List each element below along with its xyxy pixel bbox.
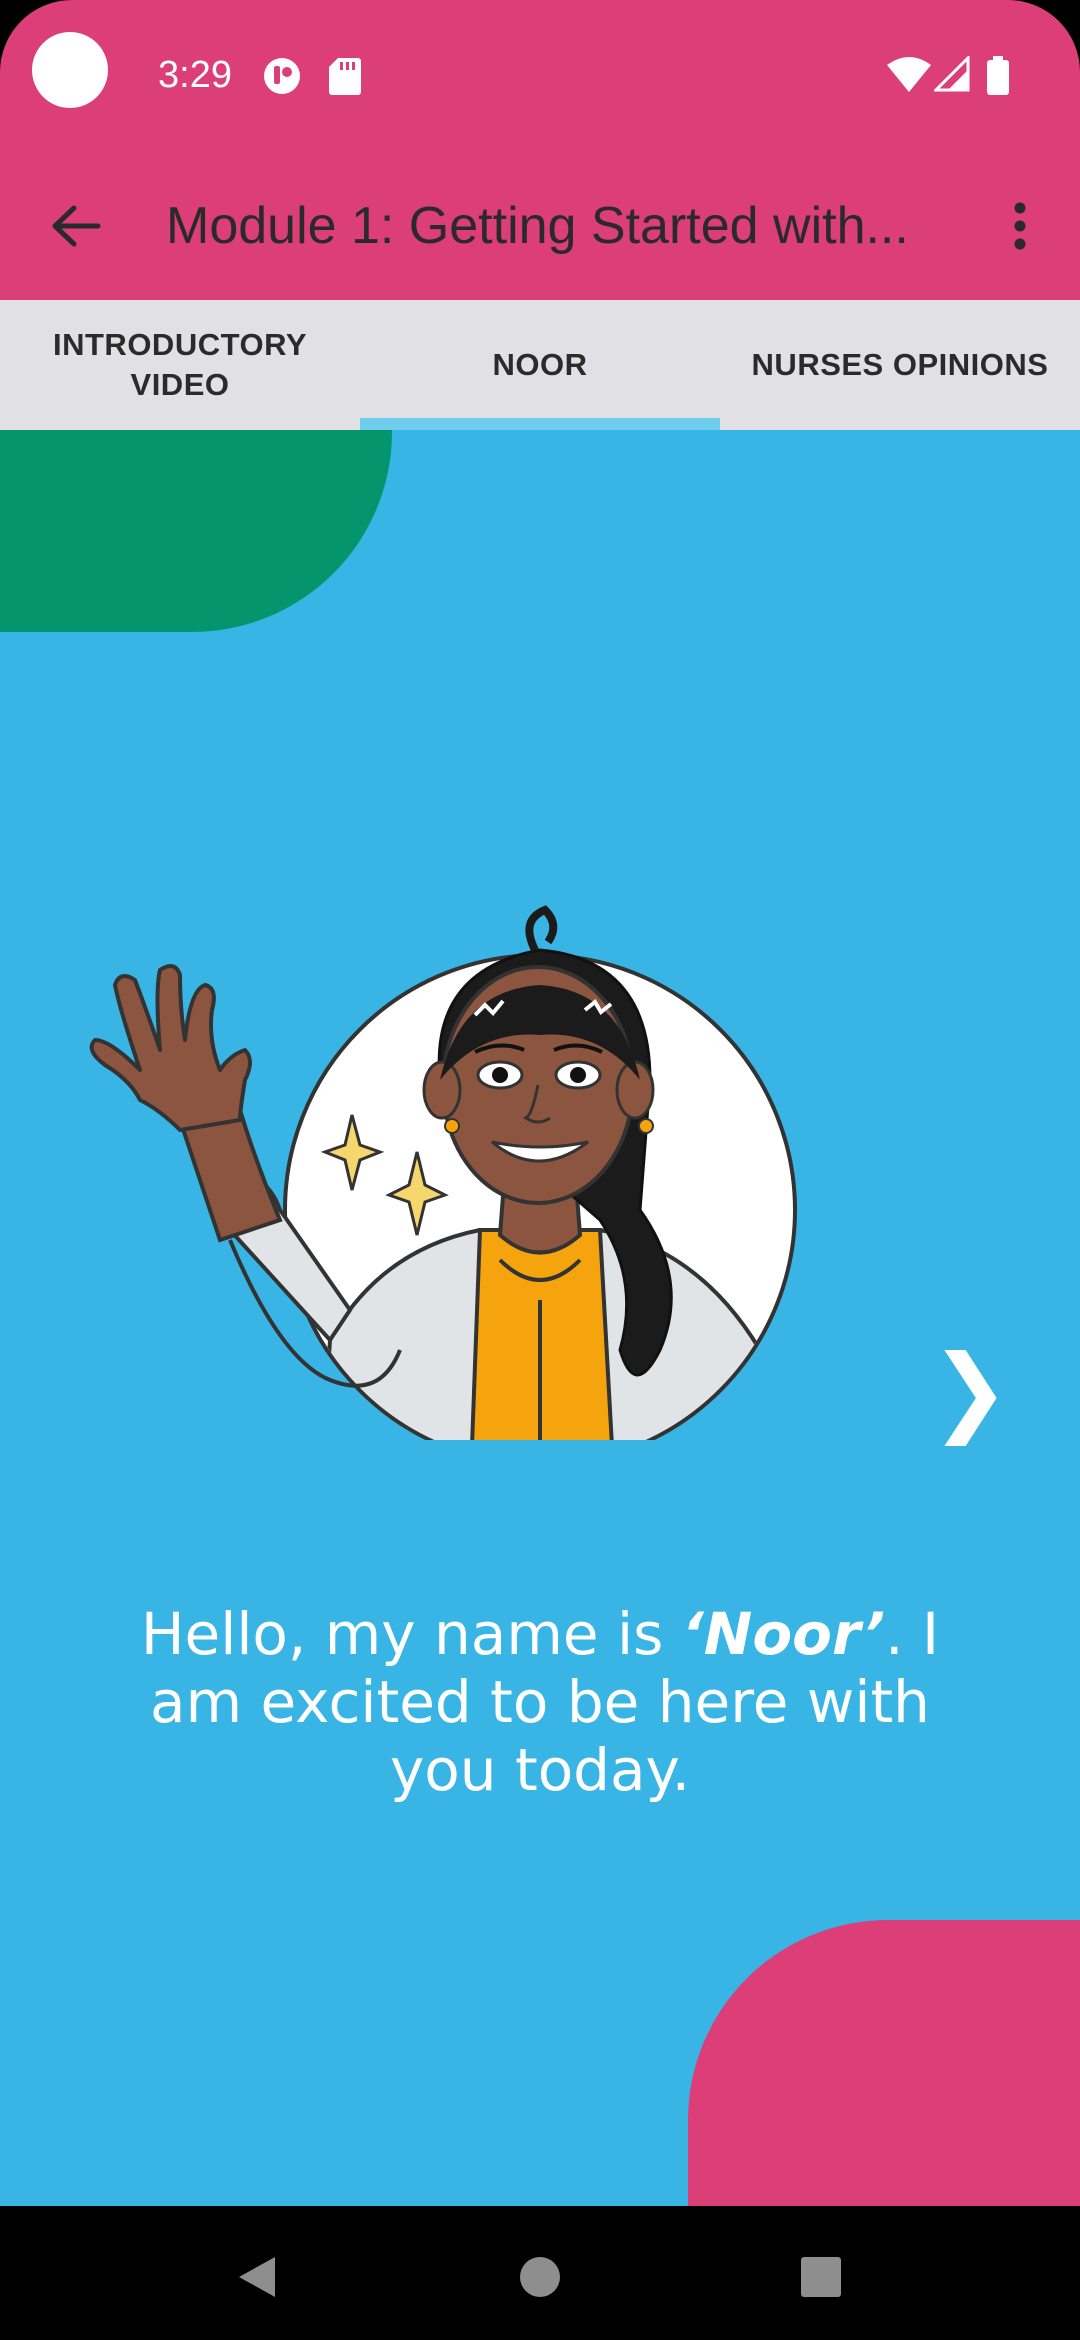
- tab-bar: INTRODUCTORY VIDEO NOOR NURSES OPINIONS: [0, 300, 1080, 430]
- app-bar: Module 1: Getting Started with...: [0, 150, 1080, 300]
- status-time: 3:29: [158, 54, 232, 96]
- page-title: Module 1: Getting Started with...: [166, 197, 909, 255]
- slide-content[interactable]: ❯ Hello, my name is ‘Noor’. I am excited…: [0, 430, 1080, 2206]
- green-decor-shape: [0, 430, 392, 632]
- wifi-icon: [887, 57, 931, 92]
- slide-message: Hello, my name is ‘Noor’. I am excited t…: [130, 1600, 950, 1804]
- sd-card-icon: [329, 58, 361, 95]
- device-screen: 3:29 Module 1: Getting Started with... I…: [0, 0, 1080, 2340]
- top-bar: 3:29 Module 1: Getting Started with...: [0, 0, 1080, 300]
- home-circle-icon: [520, 2257, 560, 2297]
- battery-icon: [987, 56, 1009, 95]
- tab-noor[interactable]: NOOR: [360, 300, 720, 430]
- nav-recents-button[interactable]: [786, 2242, 856, 2312]
- status-bar: 3:29: [0, 0, 1080, 150]
- app-notification-icon: [264, 58, 300, 94]
- back-triangle-icon: [239, 2257, 275, 2297]
- nav-back-button[interactable]: [222, 2242, 292, 2312]
- next-slide-button[interactable]: ❯: [930, 1330, 1010, 1450]
- tab-nurses-opinions[interactable]: NURSES OPINIONS: [720, 300, 1080, 430]
- back-button[interactable]: [40, 190, 112, 262]
- camera-cutout: [32, 32, 108, 108]
- waving-woman-illustration: [89, 905, 797, 1440]
- arrow-left-icon: [52, 205, 101, 247]
- nav-home-button[interactable]: [505, 2242, 575, 2312]
- message-text: Hello, my name is: [140, 1600, 682, 1668]
- character-name: ‘Noor’: [681, 1600, 886, 1668]
- pink-decor-shape: [688, 1920, 1080, 2206]
- more-options-button[interactable]: [990, 190, 1050, 262]
- tab-introductory-video[interactable]: INTRODUCTORY VIDEO: [0, 300, 360, 430]
- signal-icon: [934, 56, 970, 92]
- system-nav-bar: [0, 2206, 1080, 2340]
- more-vert-icon: [1014, 202, 1026, 250]
- recents-square-icon: [801, 2257, 841, 2297]
